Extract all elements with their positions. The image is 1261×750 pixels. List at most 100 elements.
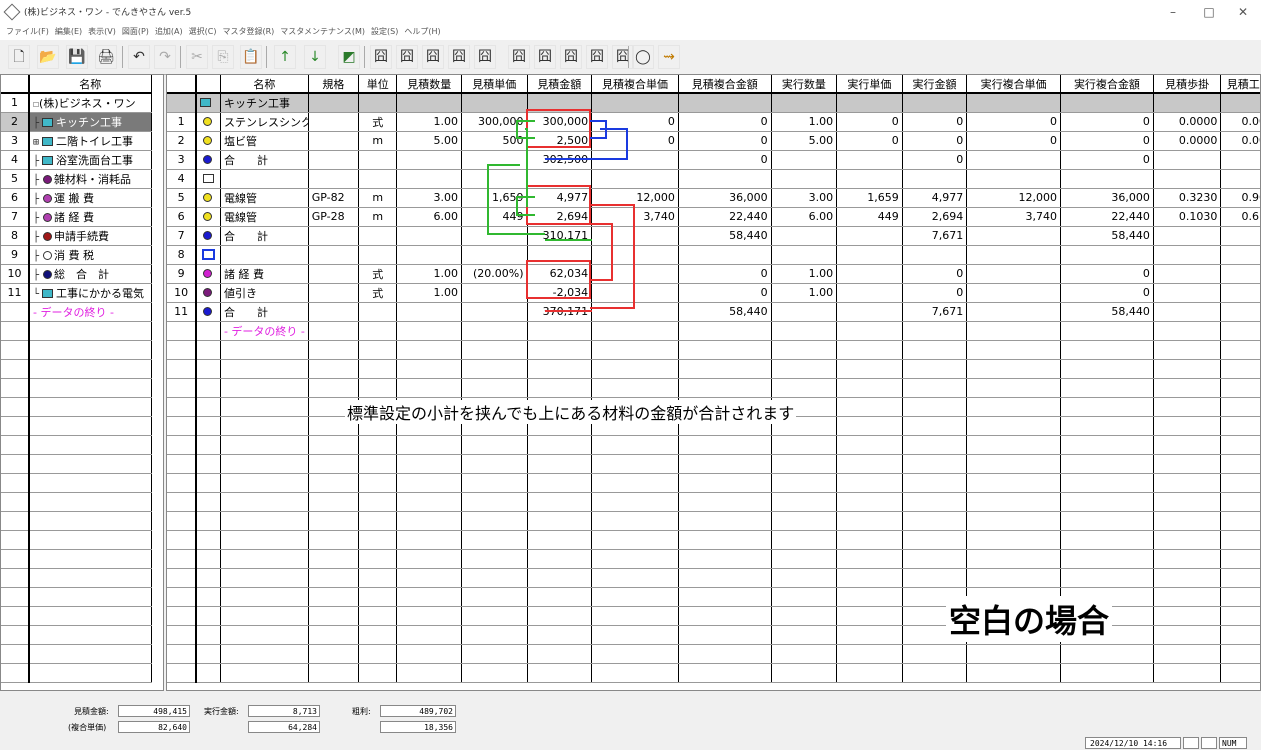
col-header-14[interactable]: 見積工数 <box>1220 75 1260 94</box>
cell-rate[interactable] <box>1153 245 1222 265</box>
cell-spec[interactable] <box>308 112 360 132</box>
cell-price[interactable] <box>461 226 528 246</box>
cell-qty[interactable]: 3.00 <box>396 188 462 208</box>
cell-eamount[interactable]: 0 <box>902 283 968 303</box>
cell-price[interactable] <box>461 169 528 189</box>
col-header-4[interactable]: 見積単価 <box>461 75 528 94</box>
cell-ecprice[interactable] <box>966 302 1062 322</box>
tree-node[interactable]: ├ 総 合 計 <box>29 264 152 284</box>
cell-work[interactable]: 0.618 <box>1220 207 1260 227</box>
cell-amount[interactable]: 302,500 <box>527 150 593 170</box>
cell-price[interactable]: (20.00%) <box>461 264 528 284</box>
cell-unit[interactable]: 式 <box>358 264 398 284</box>
cell-price[interactable]: 500 <box>461 131 528 151</box>
cell-name[interactable]: 値引き <box>220 283 309 303</box>
move-down-icon[interactable]: ↓ <box>304 45 326 69</box>
tree-row[interactable]: 5 ├ 雑材料・消耗品 <box>1 169 152 189</box>
tree-row[interactable]: 6 ├ 運 搬 費 <box>1 188 152 208</box>
cell-ecamount[interactable]: 58,440 <box>1060 302 1154 322</box>
cell-eamount[interactable]: 0 <box>902 264 968 284</box>
cell-rate[interactable]: 0.0000 <box>1153 112 1222 132</box>
cell-work[interactable] <box>1220 169 1260 189</box>
cell-eamount[interactable]: 0 <box>902 150 968 170</box>
cell-eqty[interactable] <box>771 302 838 322</box>
cell-eamount[interactable]: 4,977 <box>902 188 968 208</box>
tree-node[interactable]: ├ 諸 経 費 <box>29 207 152 227</box>
col-header-13[interactable]: 見積歩掛 <box>1153 75 1222 94</box>
cell-eamount[interactable] <box>902 169 968 189</box>
minimize-button[interactable]: – <box>1156 2 1190 22</box>
cell-eprice[interactable] <box>836 150 903 170</box>
cell-unit[interactable]: m <box>358 207 398 227</box>
cell-ecprice[interactable] <box>966 150 1062 170</box>
cell-ecprice[interactable] <box>966 245 1062 265</box>
cell-ecamount[interactable] <box>1060 245 1154 265</box>
tree-row[interactable]: 11 └ 工事にかかる電気 <box>1 283 152 303</box>
cell-work[interactable] <box>1220 245 1260 265</box>
col-header-12[interactable]: 実行複合金額 <box>1060 75 1154 94</box>
cell-unit[interactable]: m <box>358 131 398 151</box>
cell-unit[interactable] <box>358 169 398 189</box>
tool8-icon[interactable]: 囧 <box>560 45 582 69</box>
cell-name[interactable]: 合 計 <box>220 226 309 246</box>
menu-item-2[interactable]: 表示(V) <box>88 27 116 36</box>
cell-qty[interactable]: 1.00 <box>396 264 462 284</box>
cell-work[interactable]: 0.969 <box>1220 188 1260 208</box>
cell-eprice[interactable] <box>836 226 903 246</box>
tool6-icon[interactable]: 囧 <box>508 45 530 69</box>
menu-item-5[interactable]: 選択(C) <box>189 27 217 36</box>
menu-item-3[interactable]: 図面(P) <box>122 27 149 36</box>
tool2-icon[interactable]: 囧 <box>396 45 418 69</box>
cell-eqty[interactable]: 1.00 <box>771 264 838 284</box>
cell-amount[interactable]: -2,034 <box>527 283 593 303</box>
tree-node[interactable]: ⊞ 二階トイレ工事 <box>29 131 152 151</box>
menu-item-1[interactable]: 編集(E) <box>55 27 82 36</box>
cell-unit[interactable]: 式 <box>358 112 398 132</box>
cell-work[interactable] <box>1220 226 1260 246</box>
cell-amount[interactable] <box>527 169 593 189</box>
cell-eamount[interactable]: 7,671 <box>902 302 968 322</box>
cell-name[interactable]: 合 計 <box>220 302 309 322</box>
cell-camount[interactable]: 0 <box>678 150 772 170</box>
cell-qty[interactable] <box>396 245 462 265</box>
tool1-icon[interactable]: 囧 <box>370 45 392 69</box>
cell-cprice[interactable]: 0 <box>591 131 679 151</box>
grid-row[interactable]: 9諸 経 費式 1.00 (20.00%) 62,034 0 1.00 0 0 <box>167 264 1260 284</box>
cell-camount[interactable]: 58,440 <box>678 302 772 322</box>
cell-ecamount[interactable]: 0 <box>1060 112 1154 132</box>
col-header-0[interactable]: 名称 <box>220 75 309 94</box>
cell-qty[interactable] <box>396 169 462 189</box>
tree-node[interactable]: ├ キッチン工事 <box>29 112 152 132</box>
cell-eamount[interactable] <box>902 245 968 265</box>
cell-name[interactable]: 電線管 <box>220 188 309 208</box>
group-title-row[interactable]: キッチン工事 <box>167 93 1260 113</box>
cell-unit[interactable] <box>358 302 398 322</box>
paste-icon[interactable]: 📋 <box>240 45 262 69</box>
cell-ecamount[interactable]: 36,000 <box>1060 188 1154 208</box>
cell-camount[interactable]: 58,440 <box>678 226 772 246</box>
cell-spec[interactable] <box>308 283 360 303</box>
cell-eqty[interactable] <box>771 169 838 189</box>
tool4-icon[interactable]: 囧 <box>448 45 470 69</box>
cell-eprice[interactable]: 0 <box>836 131 903 151</box>
cell-ecamount[interactable]: 58,440 <box>1060 226 1154 246</box>
cell-qty[interactable]: 1.00 <box>396 283 462 303</box>
cell-ecamount[interactable]: 0 <box>1060 150 1154 170</box>
cell-eqty[interactable] <box>771 150 838 170</box>
tool3-icon[interactable]: 囧 <box>422 45 444 69</box>
col-header-6[interactable]: 見積複合単価 <box>591 75 679 94</box>
grid-row[interactable]: 7 合 計 310,171 58,440 7,671 58,440 <box>167 226 1260 246</box>
cell-eqty[interactable]: 1.00 <box>771 112 838 132</box>
chart-icon[interactable]: ◩ <box>338 45 360 69</box>
cell-ecprice[interactable] <box>966 226 1062 246</box>
cell-name[interactable] <box>220 245 309 265</box>
cell-rate[interactable] <box>1153 226 1222 246</box>
close-button[interactable]: ✕ <box>1226 2 1260 22</box>
tree-row[interactable]: 8 ├ 申請手続費 <box>1 226 152 246</box>
cell-name[interactable]: 諸 経 費 <box>220 264 309 284</box>
cell-unit[interactable]: m <box>358 188 398 208</box>
cell-amount[interactable]: 62,034 <box>527 264 593 284</box>
tree-row[interactable]: 2 ├ キッチン工事 <box>1 112 152 132</box>
cell-camount[interactable] <box>678 169 772 189</box>
cell-price[interactable]: 1,659 <box>461 188 528 208</box>
